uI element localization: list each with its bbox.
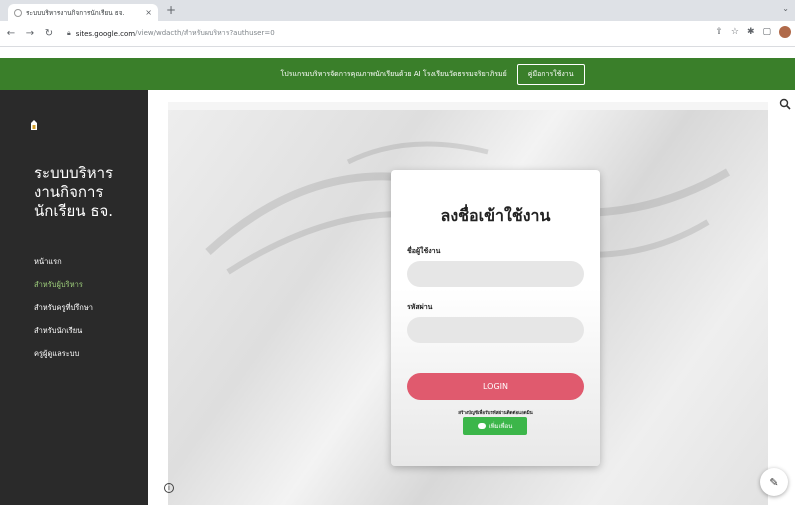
sidebar-item-executives[interactable]: สำหรับผู้บริหาร bbox=[34, 279, 93, 302]
lock-icon: 🔒︎ bbox=[67, 29, 71, 37]
tab-close-icon[interactable]: × bbox=[145, 8, 152, 17]
hero-top-strip bbox=[168, 102, 768, 110]
tab-title: ระบบบริหารงานกิจการนักเรียน ธจ. bbox=[26, 8, 125, 17]
address-bar[interactable]: 🔒︎ sites.google.com/view/wdacth/สำหรับผบ… bbox=[67, 25, 757, 43]
sidebar-item-admin[interactable]: ครูผู้ดูแลระบบ bbox=[34, 348, 93, 371]
share-icon[interactable]: ⇪ bbox=[715, 27, 723, 37]
back-arrow-icon[interactable]: ← bbox=[3, 28, 19, 39]
sidebar-item-advisors[interactable]: สำหรับครูที่ปรึกษา bbox=[34, 302, 93, 325]
sidebar-nav: หน้าแรก สำหรับผู้บริหาร สำหรับครูที่ปรึก… bbox=[34, 256, 93, 371]
manual-button[interactable]: คู่มือการใช้งาน bbox=[516, 63, 585, 85]
school-logo-icon[interactable] bbox=[30, 120, 38, 131]
login-title: ลงชื่อเข้าใช้งาน bbox=[440, 206, 551, 225]
main-content: ลงชื่อเข้าใช้งาน ชื่อผู้ใช้งาน รหัสผ่าน … bbox=[148, 90, 795, 505]
toolbar-icons: ⇪ ☆ ✱ ▢ bbox=[715, 26, 791, 38]
site-title-line: ระบบบริหาร bbox=[34, 164, 114, 182]
new-tab-button[interactable]: + bbox=[166, 3, 176, 17]
edit-pencil-icon[interactable]: ✎ bbox=[760, 468, 788, 496]
login-card: ลงชื่อเข้าใช้งาน ชื่อผู้ใช้งาน รหัสผ่าน … bbox=[391, 170, 600, 466]
login-button[interactable]: LOGIN bbox=[407, 373, 584, 400]
hero-background: ลงชื่อเข้าใช้งาน ชื่อผู้ใช้งาน รหัสผ่าน … bbox=[168, 102, 768, 505]
browser-tab-strip: ระบบบริหารงานกิจการนักเรียน ธจ. × + ⌄ bbox=[0, 0, 795, 21]
reload-icon[interactable]: ↻ bbox=[41, 28, 57, 39]
side-panel-icon[interactable]: ▢ bbox=[762, 27, 771, 37]
info-icon[interactable]: i bbox=[164, 483, 174, 493]
line-chat-icon bbox=[477, 423, 486, 429]
signup-note: สร้างบัญชีเพื่อรับรหัสผ่านติดต่อแอดมิน bbox=[458, 411, 533, 416]
tab-list-chevron-icon[interactable]: ⌄ bbox=[782, 4, 789, 13]
browser-tab[interactable]: ระบบบริหารงานกิจการนักเรียน ธจ. × bbox=[8, 4, 158, 21]
site-favicon-icon bbox=[14, 8, 22, 17]
username-label: ชื่อผู้ใช้งาน bbox=[407, 247, 441, 255]
announcement-banner: โปรแกรมบริหารจัดการคุณภาพนักเรียนด้วย AI… bbox=[0, 58, 795, 90]
sidebar-item-students[interactable]: สำหรับนักเรียน bbox=[34, 325, 93, 348]
sidebar-item-home[interactable]: หน้าแรก bbox=[34, 256, 93, 279]
forward-arrow-icon[interactable]: → bbox=[22, 28, 38, 39]
banner-text: โปรแกรมบริหารจัดการคุณภาพนักเรียนด้วย AI… bbox=[280, 69, 507, 78]
site-title[interactable]: ระบบบริหาร งานกิจการ นักเรียน ธจ. bbox=[34, 164, 113, 221]
sidebar: ระบบบริหาร งานกิจการ นักเรียน ธจ. หน้าแร… bbox=[0, 90, 148, 505]
url-path: /view/wdacth/สำหรับผบริหาร?authuser=0 bbox=[135, 29, 275, 37]
line-button-label: เพิ่มเพื่อน bbox=[488, 423, 513, 430]
search-icon[interactable] bbox=[779, 98, 791, 110]
password-label: รหัสผ่าน bbox=[407, 303, 433, 311]
password-field[interactable] bbox=[407, 317, 584, 343]
extensions-icon[interactable]: ✱ bbox=[747, 27, 755, 37]
username-field[interactable] bbox=[407, 261, 584, 287]
browser-toolbar: ← → ↻ 🔒︎ sites.google.com/view/wdacth/สำ… bbox=[0, 21, 795, 47]
site-title-line: นักเรียน ธจ. bbox=[34, 202, 114, 220]
bookmark-star-icon[interactable]: ☆ bbox=[731, 27, 739, 37]
site-title-line: งานกิจการ bbox=[34, 183, 104, 201]
url-host: sites.google.com bbox=[75, 29, 136, 38]
profile-avatar[interactable] bbox=[779, 26, 791, 38]
line-add-friend-button[interactable]: เพิ่มเพื่อน bbox=[463, 417, 527, 435]
